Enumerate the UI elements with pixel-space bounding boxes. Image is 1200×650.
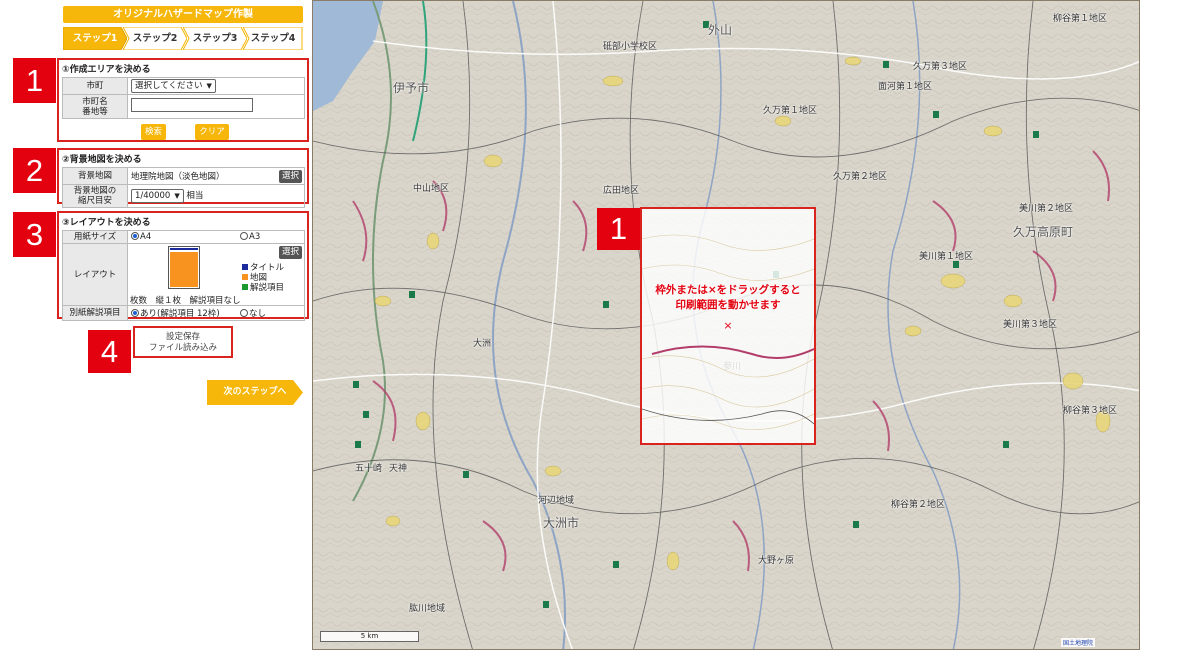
layout-section-title: ③レイアウトを決める [62, 218, 151, 228]
radio-empty-icon [240, 309, 248, 317]
layout-section: ③レイアウトを決める 用紙サイズ A4 A3 レイアウト 選択 タイトル 地図 … [57, 211, 309, 321]
map-label-mikawa2: 美川第２地区 [1019, 204, 1074, 214]
map-label-kuma3: 久万第３地区 [913, 62, 968, 72]
step-number-badge-4: 4 [88, 330, 131, 373]
tab-step4[interactable]: ステップ4 [243, 27, 303, 50]
hazard-map[interactable]: 伊予市 中山地区 砥部小学校区 外山 大洲市 久万高原町 五十崎 天神 肱川地域… [312, 0, 1140, 650]
app-title: オリジナルハザードマップ作製 [63, 6, 303, 23]
print-area-instruction: 枠外または×をドラッグすると 印刷範囲を動かせます [655, 284, 801, 311]
layout-label: レイアウト [62, 243, 128, 306]
tab-step4-label: ステップ4 [250, 33, 296, 44]
tab-step1-label: ステップ1 [72, 33, 118, 44]
load-file-label: ファイル読み込み [148, 343, 217, 353]
layout-select-button[interactable]: 選択 [278, 246, 302, 259]
search-button[interactable]: 検索 [141, 124, 166, 140]
map-label-mikawa1: 美川第１地区 [919, 252, 974, 262]
map-label-sotoyama: 外山 [708, 23, 733, 37]
save-settings-label: 設定保存 [165, 332, 200, 342]
map-label-kawabe: 河辺地域 [538, 496, 575, 506]
scale-suffix: 相当 [186, 191, 204, 201]
area-section-title: ①作成エリアを決める [62, 65, 151, 75]
city-label: 市町 [62, 77, 128, 95]
extra-commentary-label: 別紙解説項目 [62, 305, 128, 321]
control-panel: オリジナルハザードマップ作製 ステップ1 ステップ2 ステップ3 ステップ4 1… [0, 0, 312, 650]
background-map-select-button[interactable]: 選択 [278, 170, 302, 183]
map-label-yanadani1: 柳谷第１地区 [1053, 14, 1108, 24]
page-count-text: 枚数 縦１枚 解説項目なし [130, 296, 241, 306]
map-label-kuma1: 久万第１地区 [763, 106, 818, 116]
city-select[interactable]: 選択してください ▼ [131, 79, 216, 93]
paper-a3-radio[interactable]: A3 [240, 232, 260, 242]
save-load-button[interactable]: 設定保存 ファイル読み込み [133, 326, 233, 358]
extra-no-radio[interactable]: なし [240, 307, 266, 319]
map-label-ozu-city: 大洲市 [543, 516, 580, 530]
map-label-tobe-school: 砥部小学校区 [603, 42, 658, 52]
map-label-onogahara: 大野ヶ原 [758, 556, 795, 566]
layout-preview[interactable] [168, 246, 200, 289]
map-label-iyo: 伊予市 [393, 81, 430, 95]
tab-step3[interactable]: ステップ3 [183, 27, 247, 50]
chevron-down-icon: ▼ [174, 192, 180, 200]
radio-selected-icon [131, 309, 139, 317]
map-label-yanadani3: 柳谷第３地区 [1063, 406, 1118, 416]
map-label-ikazaki: 五十崎 [355, 464, 383, 474]
address-label: 市町名 番地等 [62, 94, 128, 119]
scale-select[interactable]: 1/40000 ▼ [131, 189, 184, 203]
next-step-label: 次のステップへ [223, 387, 287, 397]
map-label-kumakogen: 久万高原町 [1013, 225, 1074, 239]
background-map-value: 地理院地図（淡色地図） [131, 172, 225, 182]
scale-bar: 5 km [320, 631, 419, 642]
map-label-omogo1: 面河第１地区 [878, 82, 933, 92]
tab-step3-label: ステップ3 [192, 33, 238, 44]
map-step-badge: 1 [597, 208, 640, 250]
print-area-drag-handle[interactable]: × [642, 319, 814, 332]
clear-button[interactable]: クリア [195, 124, 229, 140]
background-map-section-title: ②背景地図を決める [62, 155, 142, 165]
legend-commentary: 解説項目 [242, 281, 284, 293]
area-section: ①作成エリアを決める 市町 選択してください ▼ 市町名 番地等 検索 クリア [57, 58, 309, 142]
paper-size-label: 用紙サイズ [62, 230, 128, 244]
paper-a4-radio[interactable]: A4 [131, 232, 151, 242]
tab-step1[interactable]: ステップ1 [63, 27, 127, 50]
radio-selected-icon [131, 232, 139, 240]
map-label-mikawa3: 美川第３地区 [1003, 320, 1058, 330]
step-tabs: ステップ1 ステップ2 ステップ3 ステップ4 [63, 27, 303, 50]
layout-preview-map [170, 252, 198, 287]
scale-label: 背景地図の 縮尺目安 [62, 184, 128, 208]
map-label-yanadani2: 柳谷第２地区 [891, 500, 946, 510]
map-label-nakayama: 中山地区 [413, 184, 450, 194]
map-label-ozu: 大洲 [473, 339, 492, 349]
background-map-label: 背景地図 [62, 167, 128, 185]
map-credit[interactable]: 国土地理院 [1061, 638, 1096, 647]
print-area-frame[interactable]: 枠外または×をドラッグすると 印刷範囲を動かせます × [640, 207, 816, 445]
radio-empty-icon [240, 232, 248, 240]
map-label-kuma2: 久万第２地区 [833, 172, 888, 182]
map-label-hijikawa: 肱川地域 [409, 604, 446, 614]
layout-preview-title [170, 248, 198, 250]
chevron-down-icon: ▼ [206, 82, 212, 90]
address-input[interactable] [131, 98, 253, 112]
background-map-section: ②背景地図を決める 背景地図 地理院地図（淡色地図） 選択 背景地図の 縮尺目安 … [57, 148, 309, 208]
next-step-button[interactable]: 次のステップへ [207, 380, 303, 405]
extra-yes-radio[interactable]: あり(解説項目 12枠) [131, 309, 220, 319]
step-number-badge-2: 2 [13, 148, 56, 193]
tab-step2-label: ステップ2 [132, 33, 178, 44]
map-label-tenjin: 天神 [389, 464, 408, 474]
step-number-badge-1: 1 [13, 58, 56, 103]
map-label-hirota: 広田地区 [603, 186, 640, 196]
step-number-badge-3: 3 [13, 212, 56, 257]
tab-step2[interactable]: ステップ2 [123, 27, 187, 50]
